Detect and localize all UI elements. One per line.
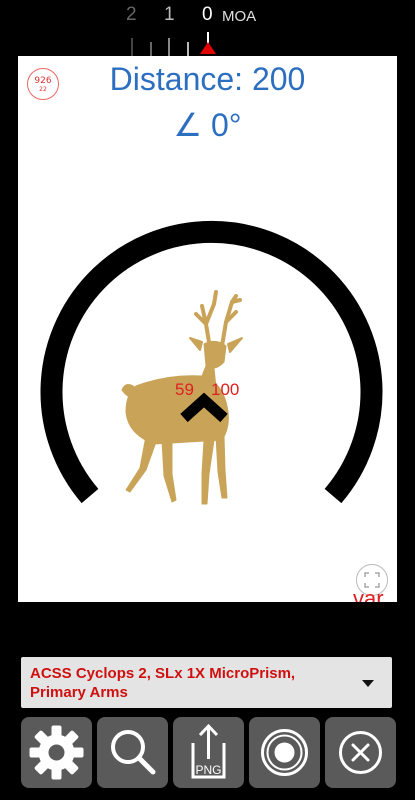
png-export-icon: PNG — [191, 723, 226, 779]
svg-text:PNG: PNG — [195, 763, 221, 777]
close-icon — [339, 731, 382, 774]
target-label-100: 100 — [211, 380, 240, 399]
dropdown-arrow-icon — [362, 680, 374, 687]
ruler-pointer — [200, 42, 216, 54]
ruler-label-0: 0 — [202, 4, 213, 25]
search-icon — [111, 730, 156, 775]
reticle-svg — [40, 220, 383, 505]
settings-button[interactable] — [21, 717, 92, 788]
gear-icon — [29, 725, 84, 780]
ruler-label-2: 2 — [126, 4, 137, 25]
ruler-label-1: 1 — [164, 4, 175, 25]
target-label-59: 59 — [175, 380, 194, 399]
close-button[interactable] — [325, 717, 396, 788]
record-button[interactable] — [249, 717, 320, 788]
zoom-button[interactable] — [97, 717, 168, 788]
ruler-tick — [131, 38, 133, 56]
ruler-tick — [150, 42, 152, 56]
moa-ruler[interactable]: 2 1 0 MOA — [0, 0, 415, 56]
export-png-button[interactable]: PNG — [173, 717, 244, 788]
reticle-select-dropdown[interactable]: ACSS Cyclops 2, SLx 1X MicroPrism, Prima… — [21, 657, 392, 708]
record-icon — [261, 729, 308, 776]
reticle-select-value: ACSS Cyclops 2, SLx 1X MicroPrism, Prima… — [30, 665, 296, 701]
ruler-tick — [187, 42, 189, 56]
scope-view[interactable]: 926 22 Distance: 200 ∠ 0° 59 100 var — [18, 56, 397, 602]
ruler-tick — [168, 38, 170, 56]
cut-off-label: var — [353, 586, 384, 602]
ruler-unit: MOA — [222, 8, 257, 25]
